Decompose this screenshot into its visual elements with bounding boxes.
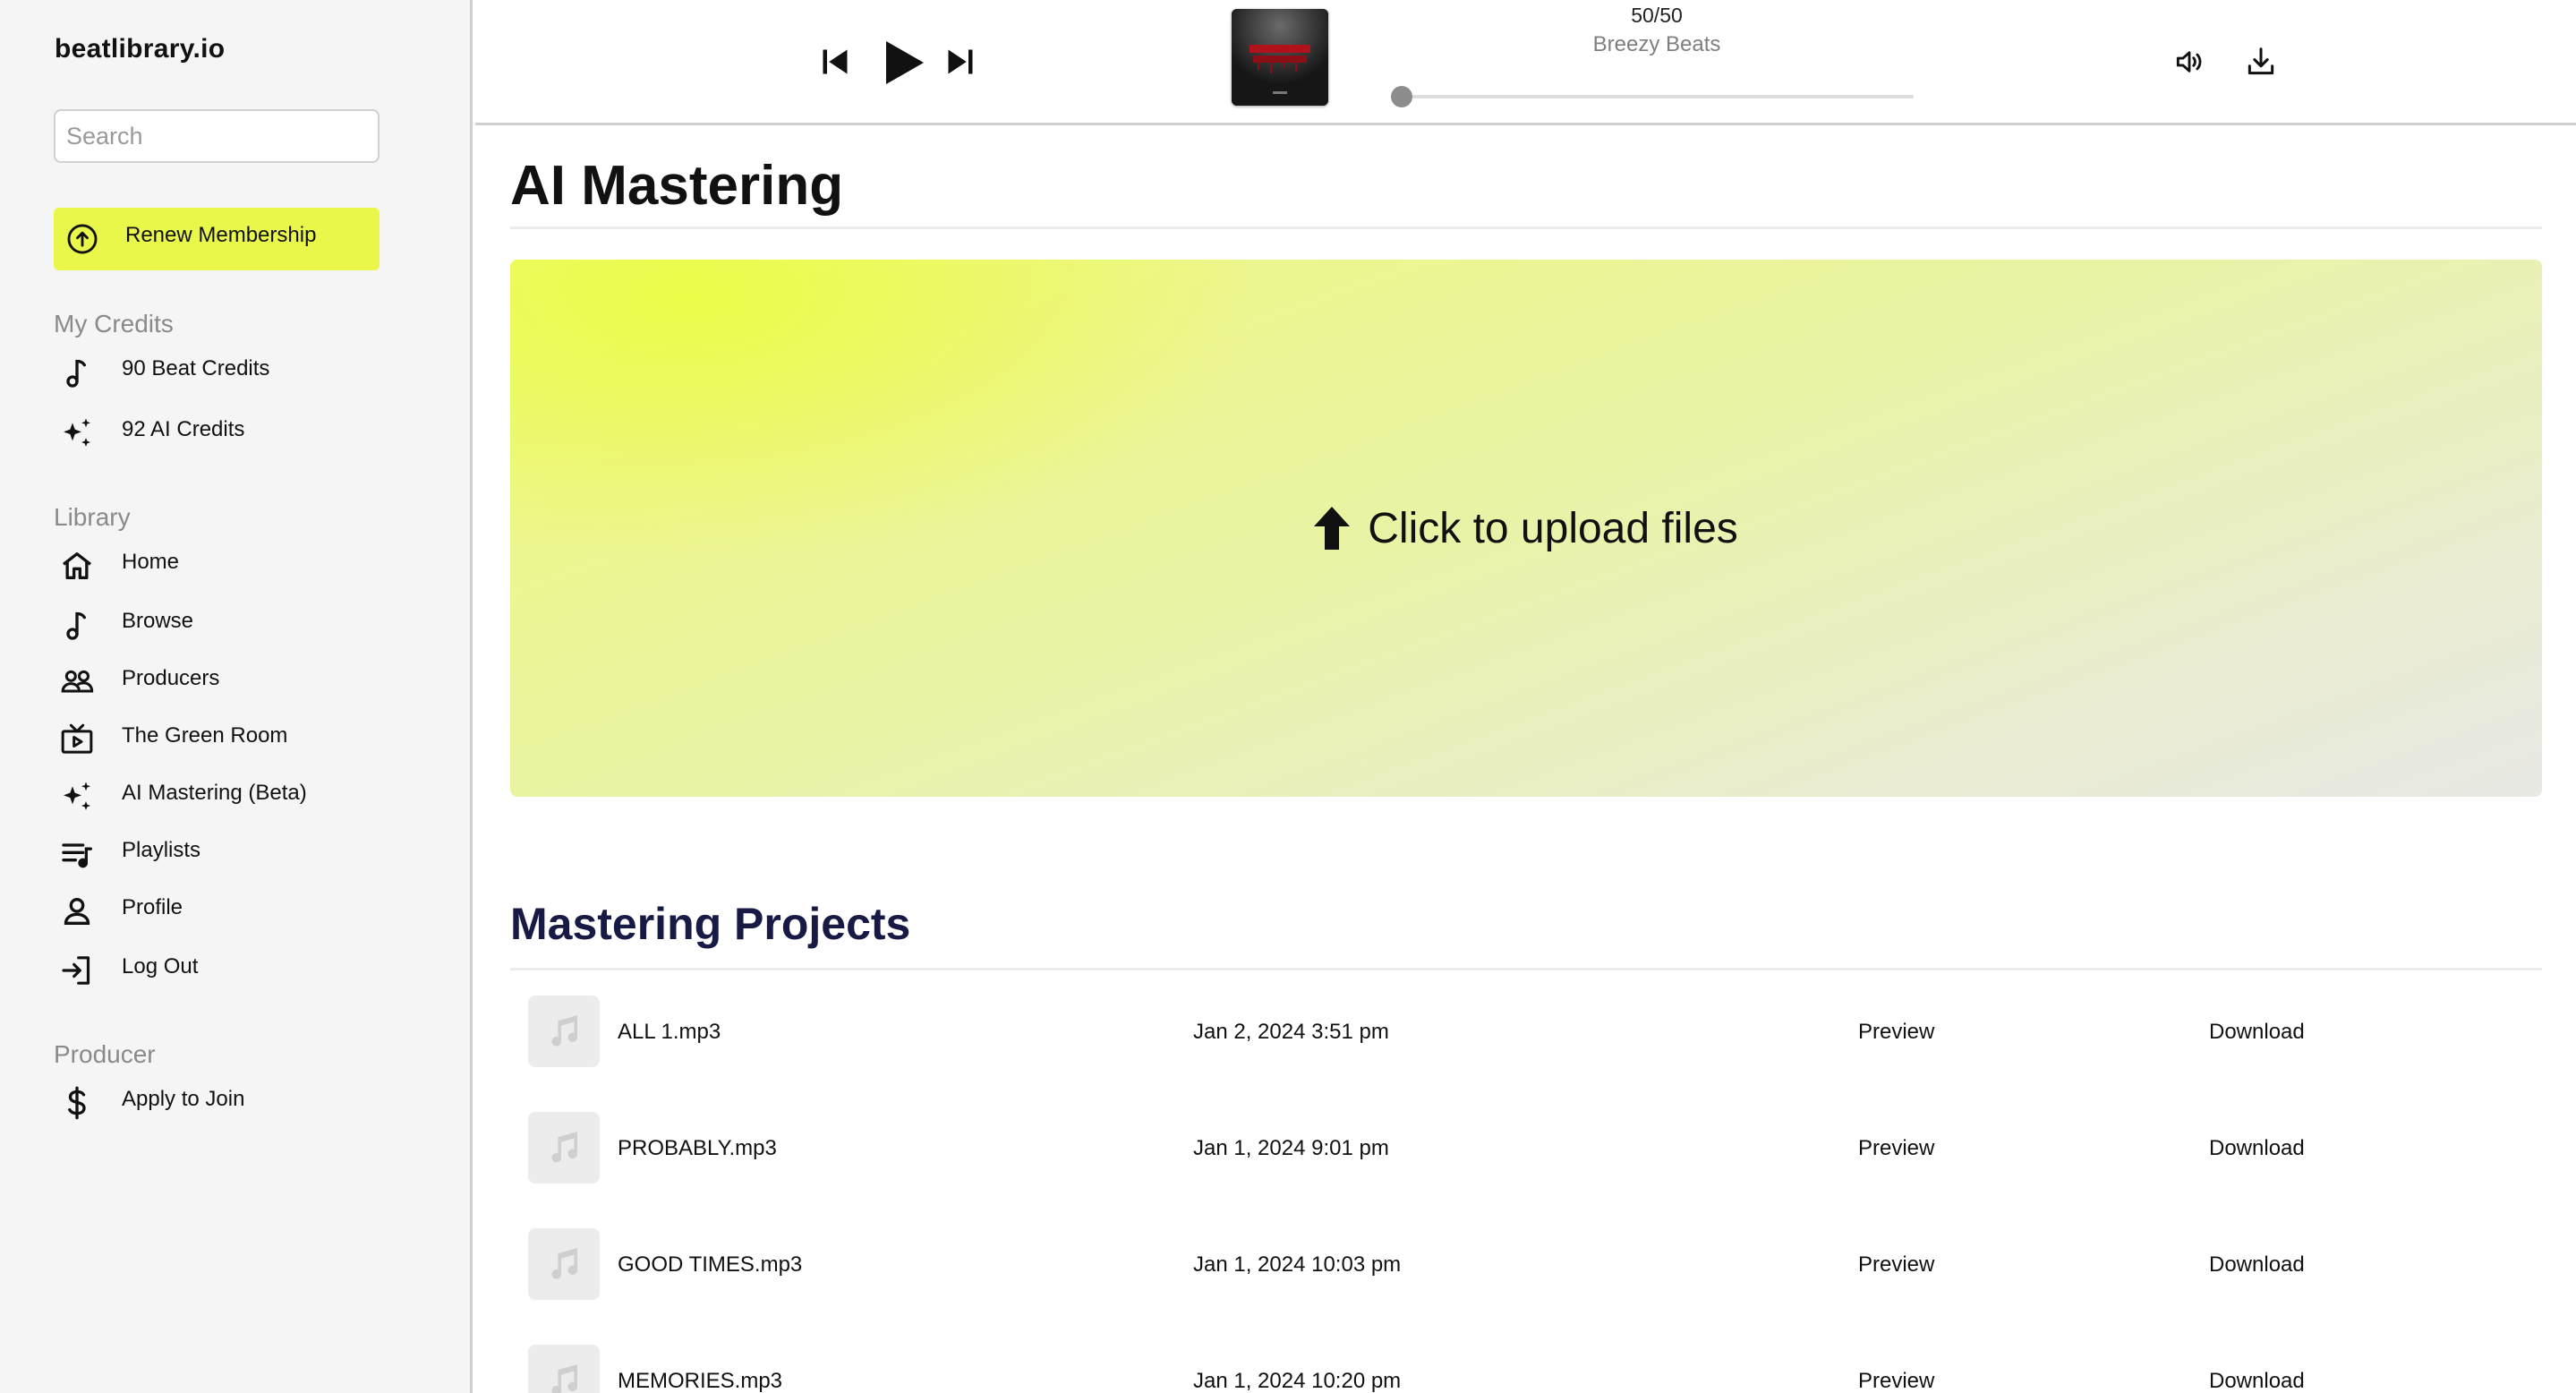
- sidebar-item-label: The Green Room: [122, 723, 288, 748]
- download-link[interactable]: Download: [2209, 1341, 2305, 1393]
- tv-play-icon: [59, 722, 95, 757]
- sidebar-item-label: Log Out: [122, 954, 199, 979]
- music-note-icon: [551, 1248, 578, 1279]
- sidebar-item-green-room[interactable]: The Green Room: [54, 713, 430, 763]
- sidebar-item-label: Profile: [122, 895, 183, 919]
- logout-icon: [59, 953, 95, 988]
- producer-section-title: Producer: [54, 1040, 156, 1068]
- user-icon: [59, 893, 95, 929]
- music-note-icon: [551, 1132, 578, 1163]
- upload-dropzone[interactable]: Click to upload files: [510, 260, 2542, 797]
- sidebar-item-label: Home: [122, 550, 180, 574]
- sidebar-item-label: Playlists: [122, 838, 201, 862]
- file-thumbnail: [528, 1228, 600, 1300]
- sidebar-item-label: Browse: [122, 609, 194, 633]
- home-icon: [59, 548, 95, 584]
- album-art-image: [1232, 9, 1328, 106]
- arrow-up-circle-icon: [65, 222, 99, 256]
- credit-label: 90 Beat Credits: [122, 356, 270, 380]
- sidebar-item-log-out[interactable]: Log Out: [54, 944, 430, 994]
- title-divider: [510, 226, 2542, 229]
- file-name: PROBABLY.mp3: [618, 1136, 777, 1160]
- file-date: Jan 2, 2024 3:51 pm: [1193, 1020, 1389, 1044]
- download-link[interactable]: Download: [2209, 1108, 2305, 1189]
- volume-button[interactable]: [2172, 45, 2206, 79]
- sidebar-item-browse[interactable]: Browse: [54, 598, 430, 648]
- sidebar-item-label: Producers: [122, 666, 220, 690]
- upload-label: Click to upload files: [1368, 504, 1738, 552]
- renew-membership-button[interactable]: Renew Membership: [54, 208, 380, 270]
- projects-divider: [510, 968, 2542, 970]
- download-icon: [2248, 47, 2274, 75]
- preview-link[interactable]: Preview: [1858, 1225, 1934, 1305]
- previous-track-button[interactable]: [819, 46, 851, 78]
- sidebar-item-label: AI Mastering (Beta): [122, 781, 307, 805]
- search-input[interactable]: [54, 109, 380, 163]
- music-note-icon: [59, 355, 95, 390]
- table-row[interactable]: ALL 1.mp3 Jan 2, 2024 3:51 pm Preview Do…: [510, 992, 2542, 1073]
- credit-item-beat[interactable]: 90 Beat Credits: [54, 346, 430, 396]
- skip-previous-icon: [823, 49, 848, 74]
- sidebar: beatlibrary.io Renew Membership My Credi…: [0, 0, 473, 1393]
- projects-section-title: Mastering Projects: [510, 899, 911, 949]
- sidebar-item-producers[interactable]: Producers: [54, 655, 430, 705]
- file-thumbnail: [528, 996, 600, 1067]
- file-thumbnail: [528, 1112, 600, 1184]
- file-thumbnail: [528, 1345, 600, 1393]
- file-name: GOOD TIMES.mp3: [618, 1252, 803, 1277]
- sidebar-item-label: Apply to Join: [122, 1087, 245, 1111]
- playlist-icon: [59, 836, 95, 872]
- file-date: Jan 1, 2024 9:01 pm: [1193, 1136, 1389, 1160]
- progress-knob[interactable]: [1391, 86, 1412, 107]
- progress-track: [1391, 95, 1914, 98]
- sidebar-item-playlists[interactable]: Playlists: [54, 827, 430, 877]
- credits-section-title: My Credits: [54, 310, 174, 338]
- music-note-icon: [551, 1015, 578, 1047]
- dollar-icon: [59, 1085, 95, 1121]
- page-title: AI Mastering: [510, 155, 844, 217]
- skip-next-icon: [948, 49, 973, 74]
- sparkles-icon: [59, 779, 95, 815]
- renew-membership-label: Renew Membership: [125, 223, 317, 247]
- logo[interactable]: beatlibrary.io: [55, 34, 225, 64]
- library-section-title: Library: [54, 503, 131, 531]
- album-art[interactable]: [1232, 9, 1328, 106]
- sidebar-item-apply-to-join[interactable]: Apply to Join: [54, 1076, 430, 1126]
- credit-label: 92 AI Credits: [122, 417, 245, 441]
- music-note-icon: [551, 1364, 578, 1393]
- sidebar-item-ai-mastering[interactable]: AI Mastering (Beta): [54, 770, 430, 820]
- file-name: ALL 1.mp3: [618, 1020, 721, 1044]
- file-date: Jan 1, 2024 10:20 pm: [1193, 1369, 1402, 1393]
- track-counter: 50/50: [1631, 4, 1683, 27]
- file-date: Jan 1, 2024 10:03 pm: [1193, 1252, 1402, 1277]
- sidebar-item-profile[interactable]: Profile: [54, 885, 430, 935]
- play-button[interactable]: [883, 39, 925, 86]
- sidebar-item-home[interactable]: Home: [54, 539, 430, 589]
- track-artist: Breezy Beats: [1592, 32, 1721, 56]
- play-icon: [886, 41, 924, 84]
- upload-arrow-icon: [1314, 507, 1351, 550]
- progress-slider[interactable]: [1391, 86, 1914, 107]
- table-row[interactable]: GOOD TIMES.mp3 Jan 1, 2024 10:03 pm Prev…: [510, 1225, 2542, 1305]
- next-track-button[interactable]: [944, 46, 977, 78]
- table-row[interactable]: MEMORIES.mp3 Jan 1, 2024 10:20 pm Previe…: [510, 1341, 2542, 1393]
- preview-link[interactable]: Preview: [1858, 1108, 1934, 1189]
- credit-item-ai[interactable]: 92 AI Credits: [54, 406, 430, 457]
- volume-icon: [2176, 51, 2202, 73]
- app-root: beatlibrary.io Renew Membership My Credi…: [0, 0, 2576, 1393]
- download-track-button[interactable]: [2244, 45, 2278, 79]
- download-link[interactable]: Download: [2209, 1225, 2305, 1305]
- sparkles-icon: [59, 415, 95, 451]
- player-bar: 50/50 Breezy Beats: [475, 0, 2576, 125]
- download-link[interactable]: Download: [2209, 992, 2305, 1073]
- preview-link[interactable]: Preview: [1858, 1341, 1934, 1393]
- music-note-icon: [59, 607, 95, 643]
- table-row[interactable]: PROBABLY.mp3 Jan 1, 2024 9:01 pm Preview…: [510, 1108, 2542, 1189]
- people-icon: [59, 664, 95, 700]
- file-name: MEMORIES.mp3: [618, 1369, 783, 1393]
- preview-link[interactable]: Preview: [1858, 992, 1934, 1073]
